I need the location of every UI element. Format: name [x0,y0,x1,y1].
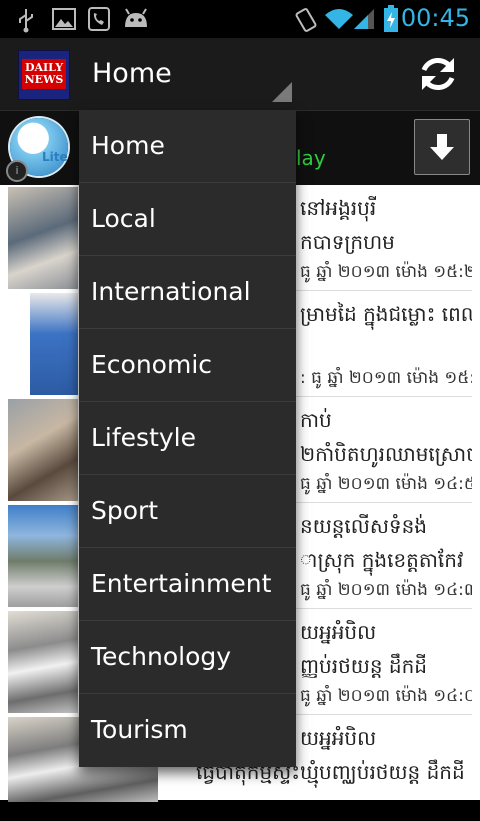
ad-play-text: lay [296,146,326,170]
news-title-line2: ាស្រុក ក្នុងខេត្តតាកែវ [300,548,464,572]
news-title-line2: ញ្ញប់រថយន្ត ដឹកដី [300,654,427,678]
news-title-line1: ម្រាមដៃ ក្នុងជម្លោះ ពេលធឹ [300,302,472,326]
battery-charging-icon [384,5,398,32]
signal-icon [354,9,374,29]
news-title-line1: យអ្នអំបិល [300,620,377,644]
lite-badge: Lite [42,150,68,164]
download-button[interactable] [414,119,470,175]
vibrate-icon [295,8,317,32]
dropdown-item-local[interactable]: Local [79,183,296,256]
news-title-line1: កាប់ [300,408,332,432]
category-spinner[interactable]: Home [92,58,172,89]
call-notification-icon [88,7,110,31]
news-date: : ធូ ឆ្នាំ ២០១៣ ម៉ោង ១៥:១៥ [300,368,472,388]
news-thumbnail [8,187,78,289]
news-title-line2: ២កាំបិតហូរឈាមស្រោចខ្លួ [300,442,472,466]
news-date: ធូ ឆ្នាំ ២០១៣ ម៉ោង ១៤:៥៧ [300,474,472,494]
daily-news-logo[interactable]: DAILY NEWS [18,50,70,100]
news-thumbnail [30,293,78,395]
usb-icon [19,9,33,33]
dropdown-item-economic[interactable]: Economic [79,329,296,402]
category-dropdown: Home Local International Economic Lifest… [79,110,296,767]
dropdown-item-sport[interactable]: Sport [79,475,296,548]
dropdown-item-tourism[interactable]: Tourism [79,694,296,766]
news-title-line1: នៅអង្គរបុរី [300,196,377,220]
status-bar: 00:45 [0,0,480,38]
dropdown-item-home[interactable]: Home [79,110,296,183]
dropdown-item-international[interactable]: International [79,256,296,329]
news-thumbnail [8,399,78,501]
news-title-line1: យអ្នអំបិល [300,726,377,750]
action-bar: DAILY NEWS Home [0,38,480,111]
news-thumbnail [8,505,78,607]
download-arrow-icon [430,134,454,160]
gallery-icon [52,8,76,30]
dropdown-item-entertainment[interactable]: Entertainment [79,548,296,621]
spinner-arrow-icon[interactable] [272,82,292,102]
news-thumbnail [8,611,78,713]
android-icon [125,8,147,27]
logo-line2: NEWS [24,73,64,86]
info-icon[interactable]: i [6,160,28,182]
news-date: ធូ ឆ្នាំ ២០១៣ ម៉ោង ១៥:២៦ [300,262,472,282]
news-title-line2: កបាទក្រហម [300,230,395,254]
refresh-icon[interactable] [416,52,460,96]
wifi-icon [325,9,353,29]
news-title-line1: នយន្តលើសទំនង់ [300,514,427,538]
news-date: ធូ ឆ្នាំ ២០១៣ ម៉ោង ១៤:០៧ [300,686,472,706]
status-time: 00:45 [400,4,470,32]
dropdown-item-lifestyle[interactable]: Lifestyle [79,402,296,475]
news-date: ធូ ឆ្នាំ ២០១៣ ម៉ោង ១៤:៣៥ [300,580,472,600]
dropdown-item-technology[interactable]: Technology [79,621,296,694]
